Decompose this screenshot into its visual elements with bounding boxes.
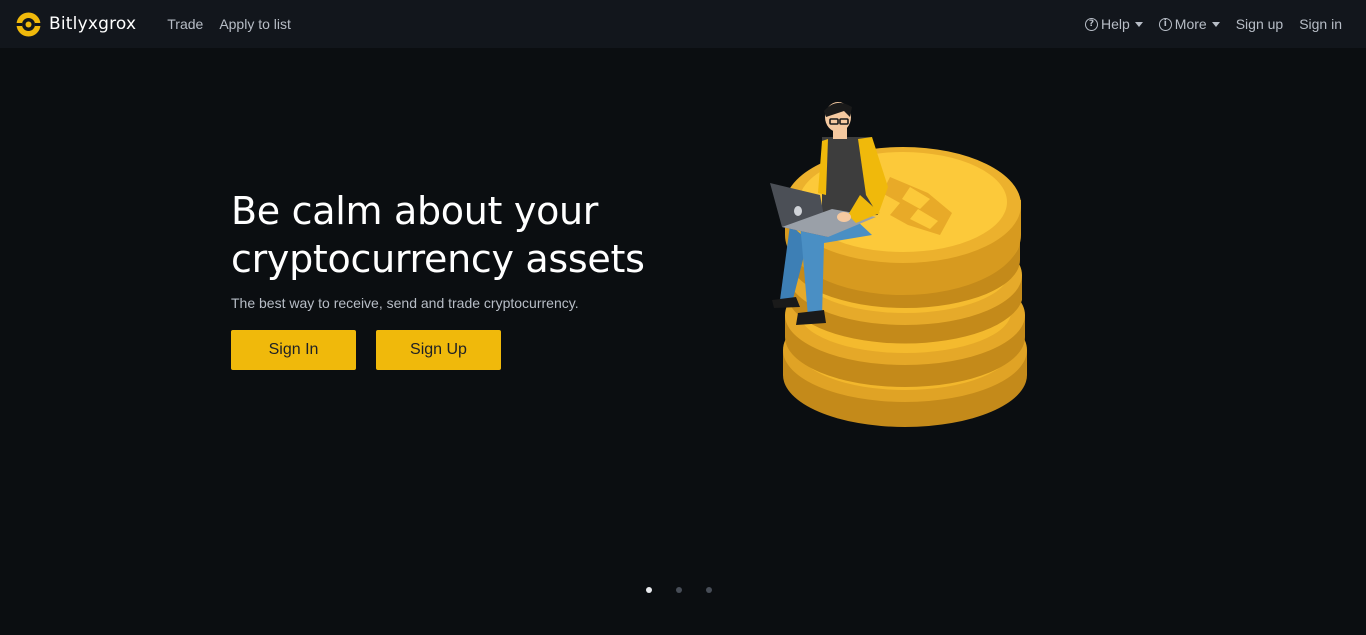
carousel-dot-3[interactable] <box>706 587 712 593</box>
hero-subtitle: The best way to receive, send and trade … <box>231 295 579 311</box>
carousel-dot-2[interactable] <box>676 587 682 593</box>
secondary-nav: ? Help i More Sign up Sign in <box>1085 16 1342 32</box>
coin-stack-illustration <box>770 102 1027 427</box>
sign-in-button[interactable]: Sign In <box>231 330 356 370</box>
brand-name: Bitlyxgrox <box>49 14 137 34</box>
carousel-indicators <box>646 587 712 593</box>
brand[interactable]: Bitlyxgrox <box>16 12 136 37</box>
help-dropdown[interactable]: ? Help <box>1085 16 1143 32</box>
help-label: Help <box>1101 16 1130 32</box>
chevron-down-icon <box>1134 21 1143 27</box>
nav-trade-link[interactable]: Trade <box>167 16 203 32</box>
brand-logo-icon <box>16 12 41 36</box>
nav-apply-to-list-link[interactable]: Apply to list <box>219 16 291 32</box>
info-circle-icon: i <box>1158 17 1172 31</box>
nav-signup-link[interactable]: Sign up <box>1236 16 1283 32</box>
carousel-dot-1[interactable] <box>646 587 652 593</box>
sign-up-button[interactable]: Sign Up <box>376 330 501 370</box>
nav-signin-link[interactable]: Sign in <box>1299 16 1342 32</box>
primary-nav: Trade Apply to list <box>167 16 291 32</box>
hero-title: Be calm about your cryptocurrency assets <box>231 189 645 281</box>
more-label: More <box>1174 16 1207 32</box>
chevron-down-icon <box>1211 21 1220 27</box>
top-navbar: Bitlyxgrox Trade Apply to list ? Help i … <box>0 0 1366 48</box>
help-circle-icon: ? <box>1085 17 1098 31</box>
more-dropdown[interactable]: i More <box>1158 16 1220 32</box>
